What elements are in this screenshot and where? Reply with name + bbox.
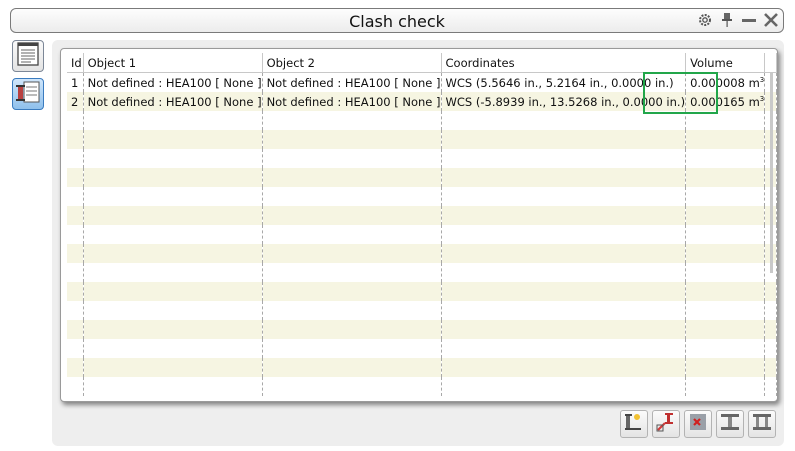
ignore-clash-button[interactable]: [684, 410, 712, 438]
volume-exponent: 3: [759, 75, 765, 84]
empty-row: [67, 301, 777, 320]
zoom-clash-button[interactable]: [652, 410, 680, 438]
cell-id: 2: [67, 92, 84, 111]
cell-object-2: Not defined : HEA100 [ None ]: [262, 92, 442, 111]
cell-id: 1: [67, 72, 84, 92]
empty-row: [67, 358, 777, 377]
scrollbar[interactable]: [770, 73, 773, 273]
empty-row: [67, 282, 777, 301]
cell-object-1: Not defined : HEA100 [ None ]: [83, 72, 263, 92]
titlebar-controls: [697, 12, 779, 28]
column-header-volume[interactable]: Volume: [685, 53, 766, 73]
cell-object-2: Not defined : HEA100 [ None ]: [262, 72, 442, 92]
column-header-empty: [764, 53, 777, 73]
title-bar: Clash check: [10, 8, 784, 33]
gear-icon[interactable]: [697, 12, 713, 28]
volume-highlight: [643, 72, 718, 114]
empty-row: [67, 168, 777, 187]
report-icon: [16, 41, 40, 71]
side-toolbar: [12, 40, 44, 116]
window-title: Clash check: [349, 12, 445, 31]
select-objects-icon: [623, 411, 645, 437]
cell-object-1: Not defined : HEA100 [ None ]: [83, 92, 263, 111]
empty-row: [67, 339, 777, 358]
volume-exponent: 3: [759, 94, 765, 103]
clash-table-frame: Id Object 1 Object 2 Coordinates Volume …: [60, 48, 778, 402]
split-view-icon: [719, 411, 741, 437]
ignore-clash-icon: [687, 411, 709, 437]
bottom-toolbar: [620, 410, 776, 438]
report-button[interactable]: [12, 40, 44, 72]
split-view-button[interactable]: [716, 410, 744, 438]
empty-row: [67, 130, 777, 149]
empty-row: [67, 263, 777, 282]
zoom-clash-icon: [655, 411, 677, 437]
clash-list-button[interactable]: [12, 78, 44, 110]
empty-row: [67, 320, 777, 339]
column-header-coordinates[interactable]: Coordinates: [441, 53, 687, 73]
table-header-row: Id Object 1 Object 2 Coordinates Volume: [67, 53, 777, 73]
column-header-object-1[interactable]: Object 1: [83, 53, 263, 73]
pin-icon[interactable]: [719, 12, 735, 28]
column-header-id[interactable]: Id: [67, 53, 84, 73]
minimize-icon[interactable]: [741, 12, 757, 28]
empty-row: [67, 187, 777, 206]
group-icon: [751, 411, 773, 437]
column-header-object-2[interactable]: Object 2: [262, 53, 442, 73]
group-button[interactable]: [748, 410, 776, 438]
select-objects-button[interactable]: [620, 410, 648, 438]
empty-row: [67, 149, 777, 168]
empty-row: [67, 244, 777, 263]
close-icon[interactable]: [763, 12, 779, 28]
clash-list-icon: [15, 79, 41, 109]
empty-row: [67, 377, 777, 396]
empty-row: [67, 206, 777, 225]
empty-row: [67, 225, 777, 244]
